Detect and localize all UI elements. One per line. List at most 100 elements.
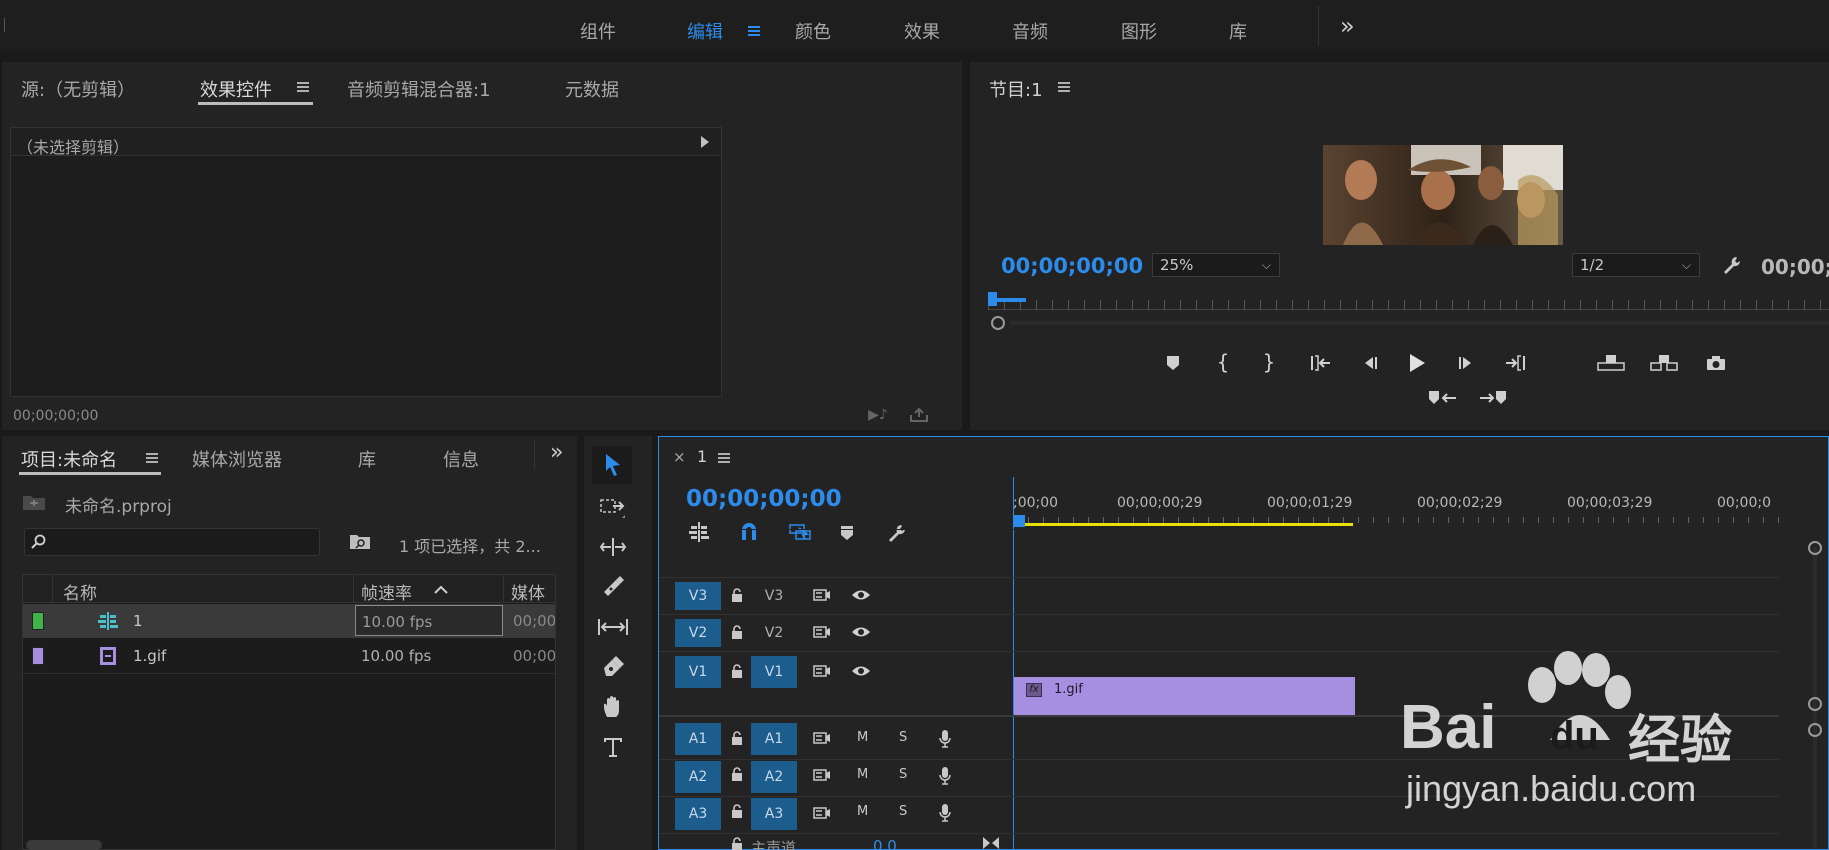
microphone-icon[interactable] (935, 765, 955, 787)
sync-lock-icon[interactable] (811, 622, 833, 642)
project-search-input[interactable] (24, 528, 320, 556)
mark-out-icon[interactable]: } (1258, 350, 1280, 374)
column-media[interactable]: 媒体 (511, 579, 545, 604)
program-timecode[interactable]: 00;00;00;00 (1001, 254, 1143, 278)
extract-icon[interactable] (1649, 351, 1679, 373)
workspace-more-button[interactable]: » (1340, 12, 1355, 40)
project-more-button[interactable]: » (550, 440, 563, 465)
go-to-in-icon[interactable] (1308, 352, 1334, 374)
tab-audio[interactable]: 音频 (1012, 18, 1048, 44)
mute-button[interactable]: M (857, 804, 868, 819)
pen-tool[interactable] (598, 654, 628, 680)
insert-nest-icon[interactable] (687, 521, 711, 543)
label-color-swatch[interactable] (32, 647, 44, 665)
lift-icon[interactable] (1596, 351, 1626, 373)
solo-button[interactable]: S (899, 804, 907, 819)
lock-icon[interactable] (728, 763, 746, 785)
timeline-timecode[interactable]: 00;00;00;00 (686, 486, 842, 512)
tab-effect-controls[interactable]: 效果控件 (200, 76, 272, 102)
linked-selection-icon[interactable] (787, 521, 813, 543)
program-menu-icon[interactable] (1058, 82, 1070, 92)
close-sequence-icon[interactable]: × (673, 448, 686, 466)
lock-icon[interactable] (728, 621, 746, 643)
source-patch-v2[interactable]: V2 (675, 619, 721, 647)
filter-audio-icon[interactable]: ▶♪ (866, 406, 890, 424)
tab-libraries[interactable]: 库 (1229, 18, 1247, 44)
mute-button[interactable]: M (857, 730, 868, 745)
track-select-tool[interactable] (598, 494, 628, 520)
microphone-icon[interactable] (935, 802, 955, 824)
tab-editing[interactable]: 编辑 (687, 18, 723, 44)
tab-metadata[interactable]: 元数据 (565, 76, 619, 102)
timeline-menu-icon[interactable] (718, 453, 730, 463)
effect-controls-menu-icon[interactable] (297, 82, 309, 92)
type-tool[interactable] (598, 734, 628, 760)
play-arrow-icon[interactable] (699, 135, 711, 149)
track-target-a2[interactable]: A2 (751, 761, 797, 793)
sync-lock-icon[interactable] (811, 585, 833, 605)
project-menu-icon[interactable] (146, 453, 158, 463)
add-marker-icon[interactable] (1162, 352, 1184, 374)
microphone-icon[interactable] (935, 728, 955, 750)
zoom-scrollbar[interactable] (1010, 321, 1829, 325)
tab-source[interactable]: 源:（无剪辑） (21, 76, 135, 102)
snap-magnet-icon[interactable] (737, 521, 761, 543)
track-target-v3[interactable]: V3 (751, 582, 797, 610)
wrench-icon[interactable] (1720, 253, 1744, 277)
workspace-menu-icon[interactable] (748, 26, 760, 36)
tab-info[interactable]: 信息 (443, 446, 479, 472)
zoom-select[interactable]: 25% ⌵ (1152, 253, 1280, 277)
solo-button[interactable]: S (899, 767, 907, 782)
lock-icon[interactable] (728, 800, 746, 822)
source-patch-v3[interactable]: V3 (675, 582, 721, 610)
zoom-scroll-handle[interactable] (991, 316, 1005, 330)
timeline-ruler[interactable]: ;00;00 00;00;00;29 00;00;01;29 00;00;02;… (1013, 481, 1829, 531)
go-to-out-icon[interactable] (1502, 352, 1528, 374)
ripple-edit-tool[interactable] (598, 534, 628, 560)
mark-in-icon[interactable]: { (1212, 350, 1234, 374)
playhead-marker[interactable] (988, 292, 997, 306)
fx-badge[interactable]: fx (1026, 683, 1042, 697)
step-forward-icon[interactable] (1454, 352, 1478, 374)
work-area-bar[interactable] (1013, 523, 1353, 526)
go-to-end-icon[interactable] (981, 835, 1001, 850)
lock-icon[interactable] (728, 660, 746, 682)
tab-effects[interactable]: 效果 (904, 18, 940, 44)
solo-button[interactable]: S (899, 730, 907, 745)
tab-audio-clip-mixer[interactable]: 音频剪辑混合器:1 (347, 76, 491, 102)
tab-project[interactable]: 项目:未命名 (21, 446, 117, 472)
export-icon[interactable] (908, 406, 930, 424)
tab-color[interactable]: 颜色 (795, 18, 831, 44)
playhead-head[interactable] (1013, 515, 1025, 527)
sync-lock-icon[interactable] (811, 661, 833, 681)
label-color-swatch[interactable] (32, 612, 44, 630)
razor-tool[interactable] (598, 574, 628, 600)
tab-media-browser[interactable]: 媒体浏览器 (192, 446, 282, 472)
track-target-v2[interactable]: V2 (751, 619, 797, 647)
program-ruler[interactable] (988, 290, 1829, 320)
track-target-a1[interactable]: A1 (751, 723, 797, 755)
step-back-icon[interactable] (1358, 352, 1382, 374)
eye-icon[interactable] (849, 622, 873, 642)
source-patch-a2[interactable]: A2 (675, 761, 721, 793)
insert-icon[interactable] (1428, 388, 1458, 408)
sync-lock-icon[interactable] (811, 728, 833, 748)
lock-icon[interactable] (728, 727, 746, 749)
timeline-settings-wrench-icon[interactable] (885, 521, 909, 545)
overwrite-icon[interactable] (1478, 388, 1508, 408)
tab-graphics[interactable]: 图形 (1121, 18, 1157, 44)
sequence-tab[interactable]: 1 (697, 447, 707, 466)
timeline-clip[interactable]: fx 1.gif (1014, 677, 1355, 715)
source-patch-v1[interactable]: V1 (675, 656, 721, 688)
table-row[interactable]: 1 10.00 fps 00;00 (23, 604, 556, 638)
fps-cell-edit[interactable]: 10.00 fps (355, 605, 503, 636)
source-patch-a1[interactable]: A1 (675, 723, 721, 755)
track-target-a3[interactable]: A3 (751, 798, 797, 830)
slip-tool[interactable] (596, 614, 630, 640)
export-frame-camera-icon[interactable] (1704, 352, 1728, 374)
lock-icon[interactable] (728, 837, 746, 850)
eye-icon[interactable] (849, 585, 873, 605)
mute-button[interactable]: M (857, 767, 868, 782)
add-marker-icon[interactable] (837, 523, 857, 543)
source-patch-a3[interactable]: A3 (675, 798, 721, 830)
